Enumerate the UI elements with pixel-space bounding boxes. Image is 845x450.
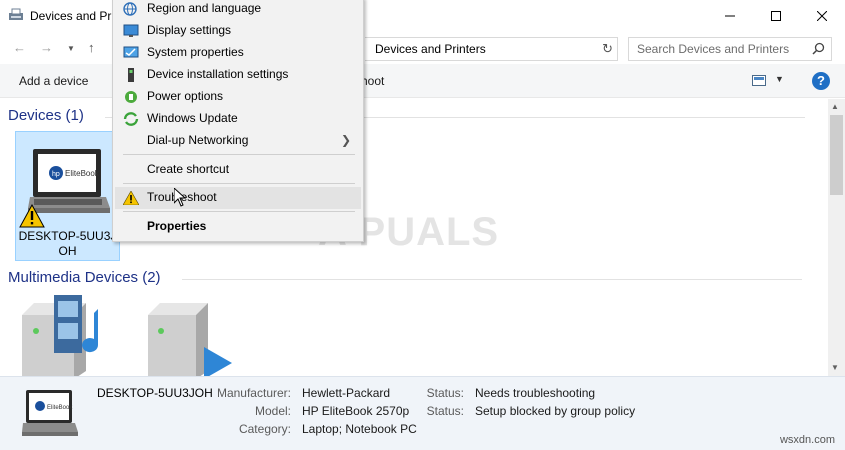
menu-separator: [123, 183, 355, 184]
laptop-thumbnail-icon: EliteBook: [22, 390, 78, 436]
window-title: Devices and Pri: [30, 9, 115, 23]
menu-item-label: Properties: [147, 219, 207, 233]
minimize-button[interactable]: [707, 0, 753, 32]
minimize-icon: [725, 15, 735, 17]
group-divider: [182, 279, 802, 280]
media-device-icon[interactable]: [146, 299, 236, 376]
close-button[interactable]: [799, 0, 845, 32]
close-icon: [817, 11, 827, 21]
model-value: HP EliteBook 2570p: [302, 404, 410, 418]
maximize-button[interactable]: [753, 0, 799, 32]
refresh-icon[interactable]: ↻: [602, 41, 613, 57]
laptop-brand-text: EliteBook: [65, 169, 100, 178]
category-label: Category:: [238, 422, 291, 436]
system-properties-icon: [123, 46, 139, 58]
device-tile-desktop[interactable]: hp EliteBook DESKTOP-5UU3J OH: [15, 131, 120, 261]
help-button[interactable]: ?: [812, 72, 830, 90]
menu-item-create-shortcut[interactable]: Create shortcut: [115, 159, 361, 181]
details-pane: EliteBook DESKTOP-5UU3JOH Manufacturer: …: [0, 376, 845, 450]
region-language-icon: [123, 2, 137, 16]
scroll-up-icon[interactable]: ▲: [831, 102, 839, 111]
submenu-arrow-icon: ❯: [340, 133, 351, 147]
svg-text:hp: hp: [52, 171, 60, 178]
menu-item-device-installation[interactable]: Device installation settings: [115, 64, 361, 86]
menu-item-label: Dial-up Networking: [147, 133, 249, 147]
devices-printers-app-icon: [9, 8, 23, 20]
category-value: Laptop; Notebook PC: [302, 422, 417, 436]
device-label-line2: OH: [58, 244, 77, 258]
recent-locations-chevron-icon[interactable]: ▼: [67, 44, 75, 53]
vertical-scrollbar[interactable]: ▲ ▼: [828, 99, 845, 376]
status-value: Needs troubleshooting: [475, 386, 596, 400]
thumbnail-brand-text: EliteBook: [47, 405, 73, 411]
maximize-icon: [771, 11, 781, 21]
view-options-chevron-icon[interactable]: ▼: [775, 74, 784, 84]
warning-icon: [123, 191, 139, 205]
menu-separator: [123, 211, 355, 212]
menu-item-label: Display settings: [147, 23, 232, 37]
group-header-devices[interactable]: Devices (1): [8, 107, 84, 124]
media-device-icon[interactable]: [20, 295, 120, 376]
help-icon: ?: [817, 73, 825, 88]
display-icon: [123, 24, 139, 37]
device-installation-icon: [128, 68, 134, 82]
add-device-button[interactable]: Add a device: [19, 74, 88, 88]
site-watermark: wsxdn.com: [779, 434, 835, 446]
menu-item-system-properties[interactable]: System properties: [115, 42, 361, 64]
menu-item-dialup-networking[interactable]: Dial-up Networking ❯: [115, 130, 361, 152]
forward-arrow-icon[interactable]: →: [40, 40, 53, 55]
menu-item-label: Device installation settings: [147, 67, 289, 81]
manufacturer-value: Hewlett-Packard: [302, 386, 391, 400]
search-box[interactable]: Search Devices and Printers: [628, 37, 832, 61]
search-icon[interactable]: [812, 42, 825, 55]
menu-item-properties[interactable]: Properties: [115, 216, 361, 238]
device-label: DESKTOP-5UU3J OH: [16, 229, 119, 259]
address-bar[interactable]: Devices and Printers ↻: [365, 37, 618, 61]
change-view-icon[interactable]: [752, 75, 766, 86]
power-options-icon: [125, 91, 137, 103]
menu-item-region-language[interactable]: Region and language: [115, 0, 361, 20]
up-arrow-icon[interactable]: ↑: [88, 40, 95, 55]
menu-item-label: System properties: [147, 45, 244, 59]
breadcrumb[interactable]: Devices and Printers: [375, 42, 486, 56]
menu-item-troubleshoot[interactable]: Troubleshoot: [115, 187, 361, 209]
menu-item-label: Create shortcut: [147, 162, 230, 176]
mouse-cursor-icon: [174, 188, 186, 207]
manufacturer-label: Manufacturer:: [216, 386, 291, 400]
group-title-devices: Devices (1): [8, 107, 84, 124]
status-label: Status:: [426, 386, 464, 400]
menu-item-label: Power options: [147, 89, 224, 103]
menu-item-label: Windows Update: [147, 111, 238, 125]
scroll-down-icon[interactable]: ▼: [831, 363, 839, 372]
menu-item-label: Region and language: [147, 1, 262, 15]
menu-item-display-settings[interactable]: Display settings: [115, 20, 361, 42]
warning-icon: [19, 204, 45, 228]
menu-item-windows-update[interactable]: Windows Update: [115, 108, 361, 130]
group-header-multimedia[interactable]: Multimedia Devices (2): [8, 269, 161, 286]
back-arrow-icon[interactable]: ←: [13, 40, 26, 55]
search-input[interactable]: Search Devices and Printers: [637, 42, 789, 56]
device-label-line1: DESKTOP-5UU3J: [18, 229, 117, 243]
menu-item-power-options[interactable]: Power options: [115, 86, 361, 108]
scrollbar-thumb[interactable]: [830, 115, 843, 195]
group-title-multimedia: Multimedia Devices (2): [8, 269, 161, 286]
windows-update-icon: [123, 112, 139, 126]
menu-separator: [123, 154, 355, 155]
context-menu: Region and language Display settings Sys…: [112, 0, 364, 242]
status-label: Status:: [426, 404, 464, 418]
status-value: Setup blocked by group policy: [475, 404, 636, 418]
model-label: Model:: [254, 404, 291, 418]
details-device-name: DESKTOP-5UU3JOH: [97, 386, 213, 400]
